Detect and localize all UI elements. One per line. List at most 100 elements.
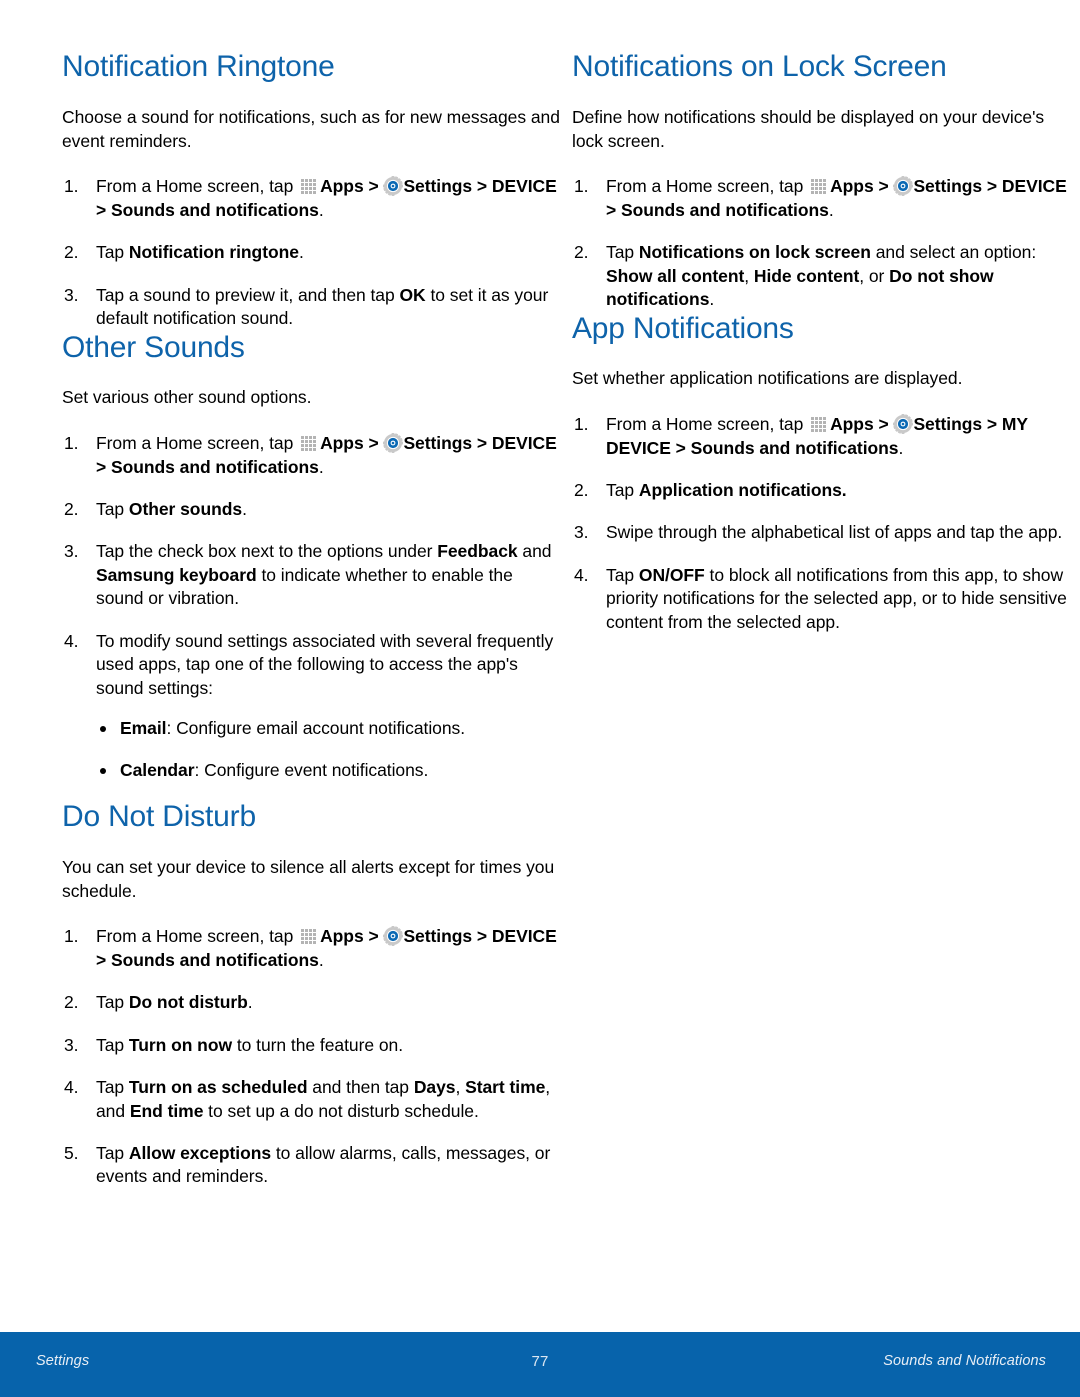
step-text-prefix: From a Home screen, tap: [606, 414, 809, 435]
page-heading-do-not-disturb: Do Not Disturb: [62, 799, 256, 833]
step-text: , or: [859, 265, 890, 286]
step-text: Swipe through the alphabetical list of a…: [606, 522, 1063, 543]
step-bold: Start time: [465, 1077, 546, 1098]
page-heading-notifications-on-lock-screen: Notifications on Lock Screen: [572, 50, 947, 83]
step-text: Tap: [96, 1077, 129, 1098]
intro-text-notifications-on-lock-screen: Define how notifications should be displ…: [572, 106, 1045, 151]
step-text-prefix: From a Home screen, tap: [606, 176, 809, 197]
step-bold: Days: [413, 1077, 456, 1098]
sub-bullet-list: Email: Configure email account notificat…: [96, 717, 562, 782]
step-text: to set up a do not disturb schedule.: [203, 1100, 479, 1121]
step-item: 5. Tap Allow exceptions to allow alarms,…: [62, 1142, 562, 1189]
step-text: and then tap: [307, 1077, 414, 1098]
settings-label: Settings: [403, 926, 473, 947]
step-text: To modify sound settings associated with…: [96, 630, 554, 698]
step-number: 1.: [64, 433, 79, 454]
path-separator: >: [363, 176, 384, 197]
gear-icon: [893, 176, 914, 197]
page-heading-other-sounds: Other Sounds: [62, 330, 245, 364]
step-number: 4.: [64, 1077, 79, 1098]
step-bold: Other sounds: [128, 499, 243, 520]
bullet-bold: Email: [120, 718, 167, 739]
step-text: Tap: [606, 480, 639, 501]
gear-icon: [893, 414, 914, 435]
footer-right-label: Sounds and Notifications: [883, 1353, 1046, 1369]
step-text: and: [517, 541, 552, 562]
step-text-suffix: .: [318, 456, 324, 477]
path-separator: >: [873, 414, 894, 435]
gear-icon: [383, 926, 404, 947]
step-text: .: [247, 992, 253, 1013]
step-item: 2. Tap Notification ringtone.: [62, 241, 562, 264]
step-bold: Samsung keyboard: [96, 564, 257, 585]
step-text-suffix: .: [318, 949, 324, 970]
step-item: 3. Tap Turn on now to turn the feature o…: [62, 1034, 562, 1057]
step-text-prefix: From a Home screen, tap: [96, 176, 299, 197]
intro-text-app-notifications: Set whether application notifications ar…: [572, 368, 963, 389]
bullet-text: : Configure event notifications.: [194, 759, 429, 780]
step-bold: ON/OFF: [638, 564, 705, 585]
settings-label: Settings: [403, 176, 473, 197]
step-bold: Notifications on lock screen: [638, 242, 871, 263]
step-number: 3.: [574, 522, 589, 543]
step-text: ,: [455, 1077, 466, 1098]
step-item: 1. From a Home screen, tap Apps > Settin…: [62, 175, 562, 222]
step-text: Tap: [96, 1143, 129, 1163]
step-text: ,: [744, 265, 754, 286]
step-text: Tap: [96, 499, 129, 520]
intro-text-notification-ringtone: Choose a sound for notifications, such a…: [62, 106, 560, 151]
step-text: Tap a sound to preview it, and then tap: [96, 284, 400, 305]
step-number: 3.: [64, 541, 79, 562]
step-number: 2.: [64, 992, 79, 1013]
step-number: 1.: [574, 414, 589, 435]
settings-label: Settings: [913, 414, 983, 435]
settings-label: Settings: [913, 176, 983, 197]
apps-label: Apps: [830, 176, 874, 197]
apps-grid-icon: [301, 435, 320, 452]
step-bold: Feedback: [437, 541, 518, 562]
step-item: 3. Tap the check box next to the options…: [62, 540, 562, 610]
step-item: 1. From a Home screen, tap Apps > Settin…: [572, 413, 1072, 460]
step-item: 2. Tap Do not disturb.: [62, 991, 562, 1014]
apps-grid-icon: [301, 178, 320, 195]
steps-notification-ringtone: 1. From a Home screen, tap Apps > Settin…: [62, 175, 562, 330]
step-item: 1. From a Home screen, tap Apps > Settin…: [62, 925, 562, 972]
step-text-suffix: .: [828, 199, 834, 220]
bullet-dot-icon: [100, 767, 106, 774]
step-number: 1.: [64, 926, 79, 947]
step-text-prefix: From a Home screen, tap: [96, 433, 299, 454]
step-bold: End time: [129, 1100, 204, 1121]
apps-label: Apps: [320, 433, 364, 454]
steps-other-sounds: 1. From a Home screen, tap Apps > Settin…: [62, 432, 562, 782]
page-heading-app-notifications: App Notifications: [572, 311, 794, 345]
gear-icon: [383, 433, 404, 454]
step-item: 2. Tap Application notifications.: [572, 479, 1072, 502]
step-number: 5.: [64, 1143, 79, 1163]
step-text: Tap: [96, 242, 129, 263]
step-text: Tap: [96, 1034, 129, 1055]
list-item: Calendar: Configure event notifications.: [96, 759, 562, 782]
apps-grid-icon: [301, 928, 320, 945]
step-text: Tap: [606, 564, 639, 585]
step-bold: Turn on as scheduled: [128, 1077, 308, 1098]
apps-label: Apps: [830, 414, 874, 435]
bullet-dot-icon: [100, 726, 106, 733]
step-number: 1.: [574, 176, 589, 197]
step-number: 2.: [64, 242, 79, 263]
apps-label: Apps: [320, 926, 364, 947]
step-text: .: [242, 499, 247, 520]
step-bold: Notification ringtone: [128, 242, 299, 263]
steps-app-notifications: 1. From a Home screen, tap Apps > Settin…: [572, 413, 1072, 634]
step-number: 3.: [64, 1034, 79, 1055]
step-number: 2.: [64, 499, 79, 520]
bullet-bold: Calendar: [120, 759, 195, 780]
step-bold: OK: [399, 284, 426, 305]
step-text-suffix: .: [318, 199, 324, 220]
page-footer: Settings 77 Sounds and Notifications: [0, 1332, 1080, 1397]
step-item: 3. Tap a sound to preview it, and then t…: [62, 284, 562, 331]
step-item: 4. Tap ON/OFF to block all notifications…: [572, 564, 1072, 634]
steps-do-not-disturb: 1. From a Home screen, tap Apps > Settin…: [62, 925, 562, 1189]
steps-notifications-on-lock-screen: 1. From a Home screen, tap Apps > Settin…: [572, 175, 1072, 311]
step-item: 2. Tap Other sounds.: [62, 498, 562, 521]
settings-label: Settings: [403, 433, 473, 454]
